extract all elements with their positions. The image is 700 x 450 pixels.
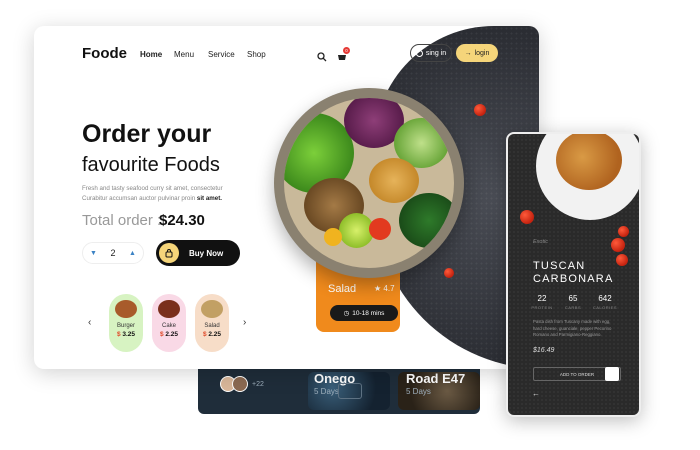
- hero-description-bold: sit amet.: [196, 194, 222, 202]
- tomato-decoration: [618, 226, 629, 237]
- tomato-decoration: [616, 254, 628, 266]
- bag-icon: [159, 243, 179, 263]
- dish-description: Pasta dish from Tuscany made with egg, h…: [533, 319, 612, 337]
- add-to-order-label: ADD TO ORDER: [559, 371, 595, 377]
- hero-subtitle: favourite Foods: [82, 154, 220, 176]
- back-arrow-icon[interactable]: ←: [532, 389, 540, 398]
- food-name: Burger: [116, 323, 135, 329]
- login-icon: →: [464, 49, 472, 57]
- pasta-image: [556, 134, 622, 190]
- tomato-decoration: [520, 210, 534, 224]
- chevron-up-icon[interactable]: ▲: [129, 250, 136, 257]
- food-price: $ 2.25: [203, 331, 221, 338]
- sign-in-button[interactable]: sing in: [410, 44, 452, 62]
- salad-icon: [201, 300, 223, 318]
- stat-value: 642: [598, 294, 612, 303]
- price-currency: $: [202, 331, 207, 338]
- nav-shop[interactable]: Shop: [247, 50, 266, 59]
- price-value: 2.25: [165, 331, 179, 338]
- cart-count: 0: [345, 48, 348, 53]
- food-card-salad[interactable]: Salad $ 2.25: [195, 294, 229, 352]
- food-name: Salad: [204, 323, 220, 329]
- nav-service[interactable]: Service: [208, 50, 235, 59]
- stat-label: CALORIES: [592, 305, 618, 310]
- stat-value: 65: [568, 294, 578, 303]
- food-card-burger[interactable]: Burger $ 3.25: [109, 294, 143, 352]
- stat-value: 22: [537, 294, 547, 303]
- salad-bowl-image: [274, 88, 464, 278]
- logo[interactable]: Foode: [82, 45, 127, 62]
- carousel-prev-icon[interactable]: ‹: [88, 317, 91, 328]
- stat-carbs: 65 CARBS: [558, 294, 588, 310]
- search-icon[interactable]: [317, 52, 327, 62]
- price-currency: $: [116, 331, 121, 338]
- login-button[interactable]: → login: [456, 44, 498, 62]
- rating-value: 4.7: [383, 284, 395, 293]
- buy-now-button[interactable]: Buy Now: [156, 240, 240, 266]
- food-name: Cake: [161, 323, 176, 329]
- user-icon: [415, 49, 423, 57]
- stat-label: CARBS: [564, 305, 582, 310]
- dish-title-line2: CARBONARA: [533, 273, 614, 285]
- hero-description: Fresh and tasty seafood curry sit amet, …: [82, 184, 237, 203]
- hero-title: Order your: [82, 120, 212, 148]
- food-price: $ 2.25: [160, 331, 178, 338]
- tomato-decoration: [444, 268, 454, 278]
- login-label: login: [474, 49, 490, 57]
- stat-protein: 22 PROTEIN: [527, 294, 557, 310]
- carousel-next-icon[interactable]: ›: [243, 317, 246, 328]
- price-value: 2.25: [208, 331, 222, 338]
- total-order-value: $24.30: [159, 212, 205, 229]
- cart-badge: 0: [343, 47, 350, 54]
- price-currency: $: [159, 331, 164, 338]
- total-order-label: Total order :: [82, 212, 162, 229]
- travel-title: Road E47: [406, 371, 466, 386]
- delivery-time: 10-18 mins: [352, 309, 385, 317]
- avatar-group: +22: [220, 376, 264, 392]
- sign-in-label: sing in: [425, 49, 447, 57]
- cart-icon[interactable]: [605, 367, 619, 381]
- travel-sub: 5 Days: [406, 387, 431, 396]
- burger-icon: [115, 300, 137, 318]
- travel-distance-bar: [338, 383, 362, 399]
- star-icon: ★: [374, 284, 382, 293]
- featured-dish-name: Salad: [328, 283, 357, 295]
- clock-icon: ◷: [343, 310, 350, 317]
- stat-label: PROTEIN: [531, 305, 553, 310]
- dish-title-line1: TUSCAN: [533, 260, 586, 272]
- main-landing-card: Foode Home Menu Service Shop 0 sing in →…: [34, 26, 539, 369]
- mobile-detail-screen: Exotic TUSCAN CARBONARA 22 PROTEIN 65 CARBS…: [506, 132, 641, 417]
- cake-icon: [158, 300, 180, 318]
- nav-home[interactable]: Home: [140, 50, 162, 59]
- delivery-time-badge: ◷ 10-18 mins: [330, 305, 398, 321]
- dish-price: $16.49: [533, 347, 555, 354]
- tomato-decoration: [611, 238, 625, 252]
- tomato-decoration: [474, 104, 486, 116]
- stat-calories: 642 CALORIES: [590, 294, 620, 310]
- travel-sub: 5 Days: [314, 387, 339, 396]
- nav-menu[interactable]: Menu: [174, 50, 194, 59]
- avatar-count: +22: [252, 380, 264, 388]
- featured-rating: ★ 4.7: [374, 284, 395, 293]
- food-price: $ 3.25: [117, 331, 135, 338]
- quantity-value: 2: [110, 248, 116, 258]
- dish-category: Exotic: [533, 239, 548, 245]
- buy-now-label: Buy Now: [189, 248, 224, 258]
- quantity-stepper[interactable]: ▼ 2 ▲: [82, 242, 144, 264]
- price-value: 3.25: [122, 331, 136, 338]
- avatar: [232, 376, 248, 392]
- food-card-cake[interactable]: Cake $ 2.25: [152, 294, 186, 352]
- dish-title: TUSCAN CARBONARA: [533, 260, 613, 286]
- chevron-down-icon[interactable]: ▼: [90, 250, 97, 257]
- travel-preview-card: +22 Onego 5 Days Road E47 5 Days: [198, 368, 480, 414]
